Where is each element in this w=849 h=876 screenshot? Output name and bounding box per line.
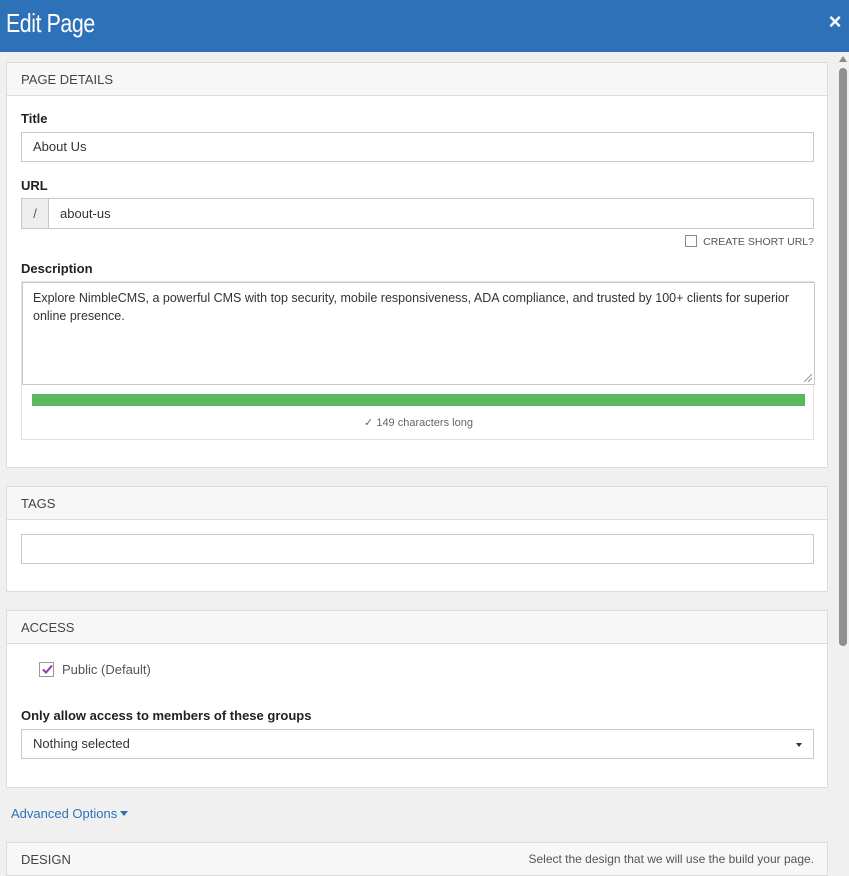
advanced-options-link[interactable]: Advanced Options bbox=[11, 806, 129, 821]
caret-down-icon bbox=[120, 811, 129, 816]
groups-select[interactable]: Nothing selected bbox=[21, 729, 814, 759]
create-short-url-label: CREATE SHORT URL? bbox=[703, 236, 814, 248]
design-heading: DESIGN Select the design that we will us… bbox=[7, 843, 827, 876]
url-label: URL bbox=[21, 178, 48, 193]
tags-heading: TAGS bbox=[7, 487, 827, 520]
checkbox-icon[interactable] bbox=[685, 235, 698, 247]
design-note: Select the design that we will use the b… bbox=[528, 852, 814, 866]
title-input[interactable]: About Us bbox=[21, 132, 814, 162]
character-count: ✓ 149 characters long bbox=[364, 417, 473, 429]
access-heading: ACCESS bbox=[7, 611, 827, 644]
caret-down-icon bbox=[796, 743, 802, 747]
url-prefix: / bbox=[21, 198, 49, 229]
url-input[interactable]: about-us bbox=[48, 198, 814, 229]
design-heading-text: DESIGN bbox=[21, 852, 71, 867]
tags-panel: TAGS bbox=[6, 486, 828, 592]
description-text: Explore NimbleCMS, a powerful CMS with t… bbox=[33, 291, 790, 323]
advanced-options-label: Advanced Options bbox=[11, 806, 118, 821]
title-label: Title bbox=[21, 111, 48, 126]
access-panel: ACCESS Public (Default) Only allow acces… bbox=[6, 610, 828, 788]
groups-label: Only allow access to members of these gr… bbox=[21, 708, 312, 723]
tags-input[interactable] bbox=[21, 534, 814, 564]
description-textarea[interactable]: Explore NimbleCMS, a powerful CMS with t… bbox=[22, 282, 815, 385]
scroll-up-arrow-icon[interactable] bbox=[839, 56, 847, 62]
public-checkbox[interactable] bbox=[39, 662, 54, 677]
description-wrapper: Explore NimbleCMS, a powerful CMS with t… bbox=[21, 281, 815, 440]
modal-title: Edit Page bbox=[6, 8, 95, 38]
checkmark-icon bbox=[42, 664, 53, 674]
scrollbar[interactable] bbox=[837, 52, 849, 876]
groups-select-value: Nothing selected bbox=[33, 736, 130, 751]
create-short-url-checkbox[interactable]: CREATE SHORT URL? bbox=[685, 235, 814, 248]
scrollbar-thumb[interactable] bbox=[839, 68, 847, 646]
resize-handle-icon[interactable] bbox=[804, 374, 812, 382]
close-icon[interactable]: × bbox=[825, 10, 845, 34]
description-label: Description bbox=[21, 261, 93, 276]
description-length-bar bbox=[32, 394, 805, 406]
public-label: Public (Default) bbox=[62, 662, 151, 677]
page-details-heading: PAGE DETAILS bbox=[7, 63, 827, 96]
page-details-panel: PAGE DETAILS Title About Us URL / about-… bbox=[6, 62, 828, 468]
modal-header: Edit Page × bbox=[0, 0, 849, 52]
design-panel: DESIGN Select the design that we will us… bbox=[6, 842, 828, 876]
modal-body: PAGE DETAILS Title About Us URL / about-… bbox=[0, 52, 837, 876]
